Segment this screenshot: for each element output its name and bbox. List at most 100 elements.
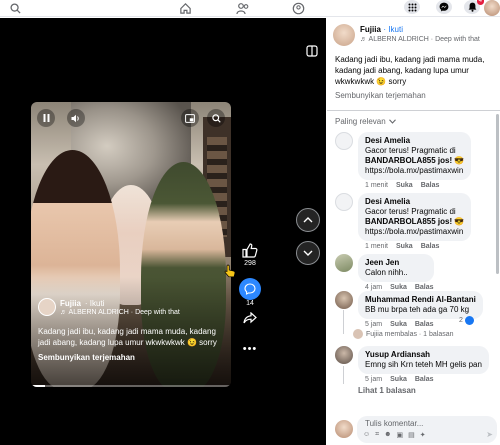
avatar <box>335 420 353 438</box>
comment-time[interactable]: 1 menit <box>365 182 388 189</box>
progress-fill <box>31 385 45 387</box>
search-icon[interactable] <box>10 1 21 15</box>
author-name[interactable]: Fujiia <box>60 299 81 308</box>
comment-item: Yusup Ardiansah Emng sih Krn teteh MH ge… <box>335 346 489 383</box>
reel-author[interactable]: Fujiia · Ikuti ♬ ALBERN ALDRICH · Deep wi… <box>38 298 180 316</box>
comment-text: Gacor terus! Pragmatic di <box>365 146 456 155</box>
commenter-name[interactable]: Jeen Jen <box>365 258 427 268</box>
follow-link[interactable]: · Ikuti <box>383 25 403 34</box>
previous-reel-button[interactable] <box>296 208 320 232</box>
sticker-icon[interactable]: ☺ <box>363 431 370 439</box>
comment-meta: 5 jam Suka Balas <box>358 376 489 383</box>
comment-time[interactable]: 5 jam <box>365 321 382 328</box>
like-link[interactable]: Suka <box>396 243 413 250</box>
comment-bubble: Desi Amelia Gacor terus! Pragmatic di BA… <box>358 193 472 241</box>
music-credit[interactable]: ♬ ALBERN ALDRICH · Deep with that <box>60 309 180 316</box>
reply-link[interactable]: Balas <box>415 284 434 291</box>
commenter-avatar[interactable] <box>335 132 353 150</box>
like-action[interactable]: 298 <box>237 243 263 267</box>
share-action[interactable] <box>237 311 263 326</box>
video-progress-bar[interactable] <box>31 385 231 387</box>
messenger-icon[interactable] <box>436 0 452 14</box>
post-caption: Kadang jadi ibu, kadang jadi mama muda, … <box>335 55 485 86</box>
sort-label: Paling relevan <box>335 117 386 126</box>
reply-link[interactable]: Balas <box>415 321 434 328</box>
comment-count: 14 <box>246 300 254 307</box>
reply-link[interactable]: Balas <box>415 376 434 383</box>
commenter-name[interactable]: Desi Amelia <box>365 136 464 146</box>
comment-meta: 1 menit Suka Balas <box>358 243 471 250</box>
comment-input[interactable]: Tulis komentar... ☺ ⌗ ☻ ▣ ▤ ✦ ➤ <box>357 416 497 443</box>
commenter-name[interactable]: Yusup Ardiansah <box>365 350 482 360</box>
next-reel-button[interactable] <box>296 241 320 265</box>
bell-icon[interactable]: 4 <box>464 0 484 14</box>
gif-icon[interactable]: ▣ <box>396 431 403 439</box>
comment-reactions[interactable]: 2 <box>459 316 474 325</box>
like-link[interactable]: Suka <box>390 376 407 383</box>
chevron-up-icon <box>303 217 313 223</box>
comment-action[interactable]: 14 <box>237 278 263 307</box>
image-icon[interactable]: ▤ <box>408 431 415 439</box>
reply-link[interactable]: Balas <box>421 243 440 250</box>
hide-translation-link[interactable]: Sembunyikan terjemahan <box>38 353 135 362</box>
send-icon[interactable]: ➤ <box>486 430 493 439</box>
search-icon[interactable] <box>207 109 225 127</box>
comment-icon[interactable] <box>239 278 261 300</box>
comment-item: Desi Amelia Gacor terus! Pragmatic di BA… <box>335 193 472 250</box>
commenter-avatar[interactable] <box>335 291 353 309</box>
reply-avatar <box>353 329 363 339</box>
expand-panel-icon[interactable] <box>306 45 318 59</box>
emoji-icon[interactable]: ☻ <box>384 431 391 439</box>
camera-icon[interactable]: ⌗ <box>375 431 379 439</box>
like-count: 298 <box>244 260 256 267</box>
chevron-down-icon <box>303 250 313 256</box>
commenter-name[interactable]: Muhammad Rendi Al-Bantani <box>365 295 476 305</box>
friends-icon[interactable] <box>236 1 250 15</box>
volume-icon[interactable] <box>67 109 85 127</box>
comment-link[interactable]: https://bola.mx/pastimaxwin <box>365 227 464 237</box>
author-name[interactable]: Fujiia <box>360 25 381 34</box>
avatar[interactable] <box>484 0 500 16</box>
like-link[interactable]: Suka <box>390 284 407 291</box>
reel-caption: Kadang jadi ibu, kadang jadi mama muda, … <box>38 327 217 347</box>
commenter-avatar[interactable] <box>335 254 353 272</box>
comment-text: BB mu brpa teh ada ga 70 kg <box>365 305 470 314</box>
follow-link[interactable]: · Ikuti <box>85 299 105 308</box>
view-replies-link[interactable]: Lihat 1 balasan <box>358 386 416 395</box>
hide-translation-link[interactable]: Sembunyikan terjemahan <box>335 91 426 100</box>
reply-summary[interactable]: Fujiia membalas · 1 balasan <box>353 329 454 339</box>
comment-link[interactable]: https://bola.mx/pastimaxwin <box>365 166 464 176</box>
comment-item: Jeen Jen Calon nihh.. 4 jam Suka Balas <box>335 254 434 291</box>
scrollbar[interactable] <box>496 114 499 274</box>
picture-in-picture-icon[interactable] <box>181 109 199 127</box>
reply-summary-text: Fujiia membalas · 1 balasan <box>366 330 454 338</box>
like-link[interactable]: Suka <box>396 182 413 189</box>
commenter-avatar[interactable] <box>335 193 353 211</box>
author-avatar[interactable] <box>333 24 355 46</box>
menu-grid-icon[interactable] <box>404 0 420 14</box>
comment-time[interactable]: 4 jam <box>365 284 382 291</box>
share-icon[interactable] <box>243 311 257 324</box>
sort-dropdown[interactable]: Paling relevan <box>335 117 396 126</box>
comment-time[interactable]: 5 jam <box>365 376 382 383</box>
notification-badge: 4 <box>476 0 484 5</box>
author-avatar[interactable] <box>38 298 56 316</box>
comment-time[interactable]: 1 menit <box>365 243 388 250</box>
music-credit[interactable]: ♬ ALBERN ALDRICH · Deep with that <box>360 36 480 43</box>
commenter-name[interactable]: Desi Amelia <box>365 197 464 207</box>
reply-link[interactable]: Balas <box>421 182 440 189</box>
comment-text: Gacor terus! Pragmatic di <box>365 207 456 216</box>
groups-icon[interactable] <box>292 1 305 15</box>
home-icon[interactable] <box>179 1 192 15</box>
like-link[interactable]: Suka <box>390 321 407 328</box>
comment-placeholder: Tulis komentar... <box>365 419 424 428</box>
commenter-avatar[interactable] <box>335 346 353 364</box>
comment-bubble: Yusup Ardiansah Emng sih Krn teteh MH ge… <box>358 346 489 374</box>
like-icon[interactable] <box>242 243 258 258</box>
more-options-icon[interactable]: ••• <box>237 343 263 355</box>
video-stage: Fujiia · Ikuti ♬ ALBERN ALDRICH · Deep wi… <box>0 18 326 445</box>
thread-line <box>343 366 344 384</box>
reel-video[interactable]: Fujiia · Ikuti ♬ ALBERN ALDRICH · Deep wi… <box>31 102 231 387</box>
star-icon[interactable]: ✦ <box>420 431 426 439</box>
pause-icon[interactable] <box>37 109 55 127</box>
